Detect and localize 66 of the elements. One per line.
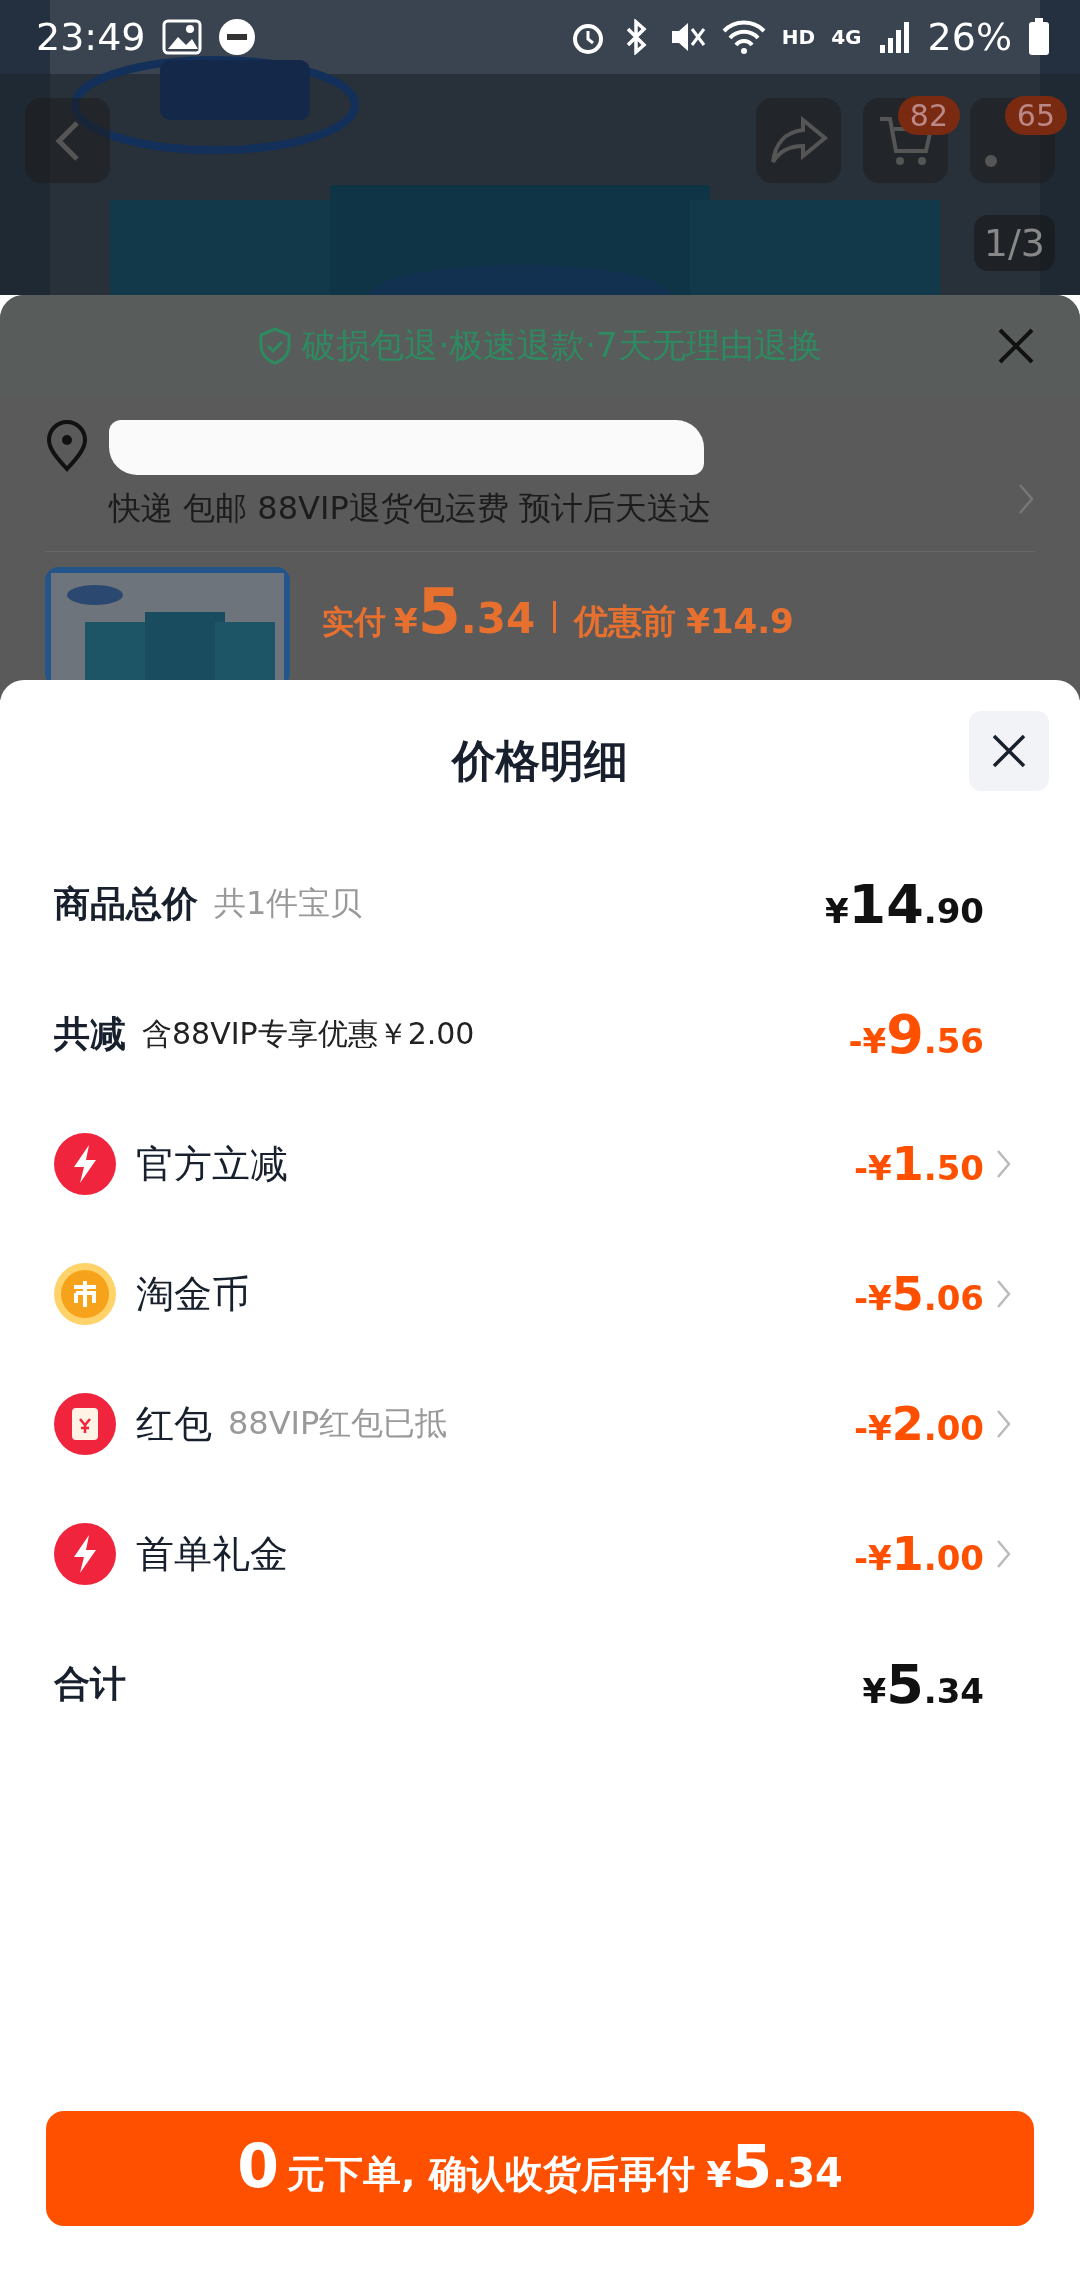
row-label: 合计 xyxy=(54,1661,126,1706)
battery-icon xyxy=(1028,18,1050,56)
paid-label: 实付 xyxy=(322,602,386,643)
amount-integer: 9 xyxy=(886,1002,924,1066)
chevron-right-icon xyxy=(996,1279,1012,1309)
lightning-icon xyxy=(54,1523,116,1585)
chevron-right-icon xyxy=(996,1409,1012,1439)
paid-currency: ¥ xyxy=(394,601,418,641)
chevron-right-icon xyxy=(1017,482,1035,516)
amount-integer: 5 xyxy=(891,1267,924,1321)
envelope-icon xyxy=(54,1393,116,1455)
image-icon xyxy=(161,19,202,55)
network-label: 4G xyxy=(831,25,862,49)
image-counter: 1/3 xyxy=(973,215,1055,271)
amount-prefix: ¥ xyxy=(824,890,849,931)
amount-integer: 5 xyxy=(886,1652,924,1716)
amount-decimal: .00 xyxy=(923,1538,984,1578)
paid-integer: 5 xyxy=(417,575,461,648)
status-time: 23:49 xyxy=(36,15,146,59)
signal-icon xyxy=(877,19,912,55)
close-icon xyxy=(991,733,1027,769)
wifi-icon xyxy=(721,19,766,55)
amount-prefix: ¥ xyxy=(862,1670,887,1711)
close-icon xyxy=(997,327,1035,365)
amount-integer: 14 xyxy=(848,872,924,936)
amount-integer: 2 xyxy=(891,1397,924,1451)
amount-prefix: -¥ xyxy=(853,1538,892,1578)
before-price: ¥14.9 xyxy=(686,601,794,641)
row-note: 88VIP红包已抵 xyxy=(228,1403,448,1444)
row-note: 含88VIP专享优惠￥2.00 xyxy=(142,1014,475,1053)
row-label: 首单礼金 xyxy=(136,1530,288,1578)
amount-prefix: -¥ xyxy=(848,1020,887,1061)
coin-icon xyxy=(54,1263,116,1325)
row-label: 官方立减 xyxy=(136,1140,288,1188)
amount-decimal: .06 xyxy=(923,1278,984,1318)
row-label: 商品总价 xyxy=(54,881,198,926)
amount-integer: 1 xyxy=(891,1137,924,1191)
amount-decimal: .00 xyxy=(923,1408,984,1448)
amount-decimal: .90 xyxy=(923,890,984,931)
share-icon xyxy=(768,115,829,166)
paid-decimal: .34 xyxy=(460,594,536,643)
sheet-title: 价格明细 xyxy=(452,733,628,788)
battery-percent: 26% xyxy=(927,15,1012,59)
pay-button[interactable]: 0 元下单, 确认收货后再付 ¥5.34 xyxy=(46,2111,1034,2226)
amount-decimal: .34 xyxy=(923,1670,984,1711)
row-label: 红包 xyxy=(136,1400,212,1448)
dot-icon xyxy=(984,154,997,167)
amount-decimal: .50 xyxy=(923,1148,984,1188)
chevron-right-icon xyxy=(996,1149,1012,1179)
amount-prefix: -¥ xyxy=(853,1148,892,1188)
location-pin-icon xyxy=(45,420,89,472)
shield-check-icon xyxy=(258,326,293,365)
amount-decimal: .56 xyxy=(923,1020,984,1061)
row-label: 共减 xyxy=(54,1011,126,1056)
row-label: 淘金币 xyxy=(136,1270,250,1318)
do-not-disturb-icon xyxy=(217,18,256,56)
before-label: 优惠前 xyxy=(574,600,677,643)
lightning-icon xyxy=(54,1133,116,1195)
amount-prefix: -¥ xyxy=(853,1408,892,1448)
chevron-right-icon xyxy=(996,1539,1012,1569)
row-note: 共1件宝贝 xyxy=(214,883,363,924)
hd-label: HD xyxy=(781,25,816,49)
close-button[interactable] xyxy=(969,711,1049,791)
amount-prefix: -¥ xyxy=(853,1278,892,1318)
amount-integer: 1 xyxy=(891,1527,924,1581)
delivery-info: 快递 包邮 88VIP退货包运费 预计后天送达 xyxy=(109,488,712,529)
